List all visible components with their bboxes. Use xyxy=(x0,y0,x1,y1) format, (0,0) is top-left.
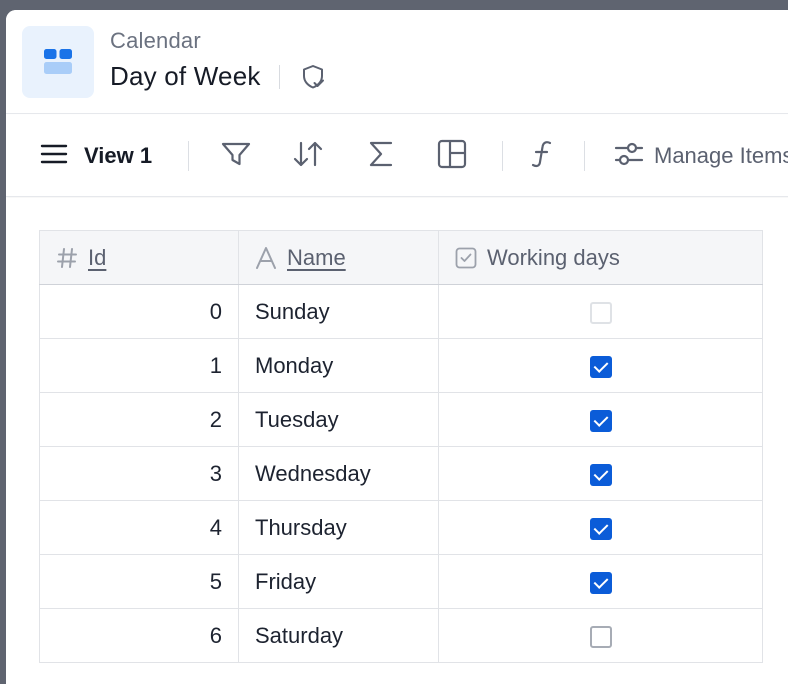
cell-id[interactable]: 0 xyxy=(39,284,239,339)
table-row: 2 Tuesday xyxy=(39,392,763,447)
column-header-working-days[interactable]: Working days xyxy=(438,230,763,285)
table-row: 1 Monday xyxy=(39,338,763,393)
toolbar-divider xyxy=(584,141,585,171)
page-header: Calendar Day of Week xyxy=(6,10,788,114)
menu-icon xyxy=(40,143,68,170)
view-selector[interactable]: View 1 xyxy=(40,115,152,197)
toolbar-divider xyxy=(502,141,503,171)
cell-name[interactable]: Wednesday xyxy=(238,446,439,501)
cell-working-days xyxy=(438,554,763,609)
header-row: Id Name Working days xyxy=(39,230,763,285)
column-header-label: Working days xyxy=(487,244,620,270)
cell-name[interactable]: Saturday xyxy=(238,608,439,663)
calendar-app-icon[interactable] xyxy=(22,26,94,98)
working-day-checkbox[interactable] xyxy=(589,517,612,540)
cell-working-days xyxy=(438,500,763,555)
view-label: View 1 xyxy=(84,143,153,168)
cell-name[interactable]: Monday xyxy=(238,338,439,393)
sort-icon xyxy=(292,140,324,173)
cell-id[interactable]: 4 xyxy=(39,500,239,555)
sort-button[interactable] xyxy=(292,115,324,197)
sigma-icon xyxy=(366,140,396,173)
working-day-checkbox[interactable] xyxy=(589,625,612,648)
cell-id[interactable]: 5 xyxy=(39,554,239,609)
title-row: Day of Week xyxy=(110,61,328,92)
column-header-name[interactable]: Name xyxy=(238,230,439,285)
layout-icon xyxy=(437,139,467,174)
toolbar-divider xyxy=(188,141,189,171)
breadcrumb[interactable]: Calendar xyxy=(110,28,201,54)
cell-id[interactable]: 2 xyxy=(39,392,239,447)
cell-name[interactable]: Thursday xyxy=(238,500,439,555)
working-day-checkbox[interactable] xyxy=(589,301,612,324)
sliders-icon xyxy=(614,140,644,173)
table-row: 5 Friday xyxy=(39,554,763,609)
column-header-id[interactable]: Id xyxy=(39,230,239,285)
cell-working-days xyxy=(438,446,763,501)
text-type-icon xyxy=(255,246,277,269)
layout-button[interactable] xyxy=(437,115,467,197)
cell-working-days xyxy=(438,284,763,339)
cell-id[interactable]: 6 xyxy=(39,608,239,663)
table-row: 0 Sunday xyxy=(39,284,763,339)
toolbar: View 1 Manage Items xyxy=(6,115,788,197)
table-row: 4 Thursday xyxy=(39,500,763,555)
cell-name[interactable]: Friday xyxy=(238,554,439,609)
table-area: Id Name Working days 0 Sunday 1 Monday 2… xyxy=(6,198,788,684)
shield-check-icon[interactable] xyxy=(298,62,328,92)
function-icon xyxy=(530,139,554,174)
cell-name[interactable]: Tuesday xyxy=(238,392,439,447)
hash-icon xyxy=(56,247,78,269)
working-day-checkbox[interactable] xyxy=(589,463,612,486)
cell-working-days xyxy=(438,338,763,393)
table-row: 3 Wednesday xyxy=(39,446,763,501)
filter-button[interactable] xyxy=(220,115,252,197)
formula-button[interactable] xyxy=(530,115,554,197)
filter-icon xyxy=(220,140,252,173)
title-divider xyxy=(278,64,280,89)
app-window: Calendar Day of Week View 1 Manage Items… xyxy=(6,10,788,684)
manage-items-label: Manage Items xyxy=(654,143,788,168)
working-day-checkbox[interactable] xyxy=(589,355,612,378)
column-header-label: Name xyxy=(287,244,346,270)
page-title: Day of Week xyxy=(110,61,261,91)
checkbox-type-icon xyxy=(455,247,477,269)
data-grid: Id Name Working days 0 Sunday 1 Monday 2… xyxy=(39,230,763,663)
manage-items-button[interactable]: Manage Items xyxy=(614,115,788,197)
table-row: 6 Saturday xyxy=(39,608,763,663)
cell-working-days xyxy=(438,392,763,447)
column-header-label: Id xyxy=(88,244,107,270)
cell-name[interactable]: Sunday xyxy=(238,284,439,339)
cell-id[interactable]: 3 xyxy=(39,446,239,501)
cell-id[interactable]: 1 xyxy=(39,338,239,393)
cell-working-days xyxy=(438,608,763,663)
summarize-button[interactable] xyxy=(366,115,396,197)
working-day-checkbox[interactable] xyxy=(589,409,612,432)
working-day-checkbox[interactable] xyxy=(589,571,612,594)
